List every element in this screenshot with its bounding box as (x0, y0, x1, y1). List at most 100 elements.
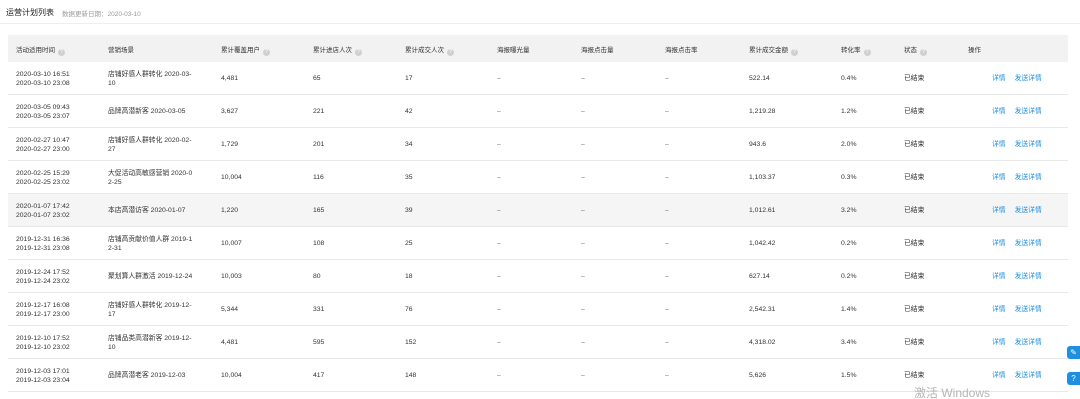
actions-cell: 详情 发送详情 (992, 62, 1042, 95)
col-label: 海报曝光量 (497, 47, 530, 54)
scene-cell: 品牌高潜老客 2019-12-03 (108, 359, 208, 392)
detail-link[interactable]: 详情 (992, 338, 1006, 347)
info-icon[interactable]: ? (447, 49, 454, 56)
send-detail-link[interactable]: 发送详情 (1015, 173, 1042, 182)
deals-cell: 35 (405, 174, 413, 181)
col-label: 活动适用时间 (16, 47, 55, 54)
table-row: 2019-12-03 17:01 2019-12-03 23:04 品牌高潜老客 2… (8, 359, 1068, 392)
send-detail-link[interactable]: 发送详情 (1015, 206, 1042, 215)
users-cell: 10,004 (221, 372, 242, 379)
info-icon[interactable]: ? (263, 49, 270, 56)
exposure-cell: – (497, 240, 501, 247)
send-detail-link[interactable]: 发送详情 (1015, 74, 1042, 83)
detail-link[interactable]: 详情 (992, 74, 1006, 83)
status-cell: 已结束 (904, 207, 925, 214)
table-row: 2020-03-05 09:43 2020-03-05 23:07 品牌高潜新客 2… (8, 95, 1068, 128)
table-body: 2020-03-10 16:51 2020-03-10 23:08 店铺好感人群转化… (8, 62, 1068, 392)
col-status[interactable]: 状态? (904, 44, 927, 56)
conversion-cell: 0.4% (841, 75, 857, 82)
info-icon[interactable]: ? (791, 49, 798, 56)
help-icon[interactable]: ? (1067, 372, 1080, 385)
users-cell: 5,344 (221, 306, 239, 313)
users-cell: 4,481 (221, 75, 239, 82)
scene-cell: 店铺好感人群转化 2019-12- 17 (108, 293, 208, 326)
col-exposure: 海报曝光量 (497, 44, 530, 54)
clicks-cell: – (581, 273, 585, 280)
actions-cell: 详情 发送详情 (992, 260, 1042, 293)
visits-cell: 595 (313, 339, 325, 346)
scene-cell: 店铺好感人群转化 2020-02- 27 (108, 128, 208, 161)
col-scene: 营销场景 (108, 44, 208, 54)
users-cell: 10,004 (221, 174, 242, 181)
end-time: 2019-12-10 23:02 (16, 343, 70, 351)
send-detail-link[interactable]: 发送详情 (1015, 239, 1042, 248)
detail-link[interactable]: 详情 (992, 239, 1006, 248)
scene-line-2: 2-31 (108, 244, 122, 252)
table-row: 2019-12-17 16:08 2019-12-17 23:00 店铺好感人群转化… (8, 293, 1068, 326)
col-users[interactable]: 累计覆盖用户? (221, 44, 270, 56)
send-detail-link[interactable]: 发送详情 (1015, 305, 1042, 314)
status-cell: 已结束 (904, 75, 925, 82)
deals-cell: 152 (405, 339, 417, 346)
info-icon[interactable]: ? (920, 49, 927, 56)
info-icon[interactable]: ? (863, 49, 871, 56)
table-row: 2019-12-10 17:52 2019-12-10 23:02 店铺品类高潜新客… (8, 326, 1068, 359)
col-activity-time[interactable]: 活动适用时间? (16, 44, 65, 56)
info-icon[interactable]: ? (355, 49, 362, 56)
scene-cell: 店铺好感人群转化 2020-03- 10 (108, 62, 208, 95)
scene-line-2: 27 (108, 145, 116, 153)
start-time: 2020-03-05 09:43 (16, 103, 70, 111)
end-time: 2020-03-05 23:07 (16, 112, 70, 120)
visits-cell: 201 (313, 141, 325, 148)
end-time: 2019-12-03 23:04 (16, 376, 70, 384)
amount-cell: 2,542.31 (749, 306, 776, 313)
conversion-cell: 0.3% (841, 174, 857, 181)
amount-cell: 1,103.37 (749, 174, 776, 181)
start-time: 2019-12-03 17:01 (16, 367, 70, 375)
table-row: 2019-12-31 16:36 2019-12-31 23:08 店铺高贡献价值人… (8, 227, 1068, 260)
detail-link[interactable]: 详情 (992, 371, 1006, 380)
info-icon[interactable]: ? (58, 49, 65, 56)
visits-cell: 417 (313, 372, 325, 379)
time-cell: 2020-03-10 16:51 2020-03-10 23:08 (16, 62, 70, 95)
col-deals[interactable]: 累计成交人次? (405, 44, 454, 56)
page-header: 运营计划列表 数据更新日期：2020-03-10 (0, 0, 1080, 24)
table-header: 活动适用时间? 营销场景 累计覆盖用户? 累计进店人次? 累计成交人次? 海报曝… (8, 35, 1068, 62)
send-detail-link[interactable]: 发送详情 (1015, 107, 1042, 116)
detail-link[interactable]: 详情 (992, 140, 1006, 149)
conversion-cell: 0.2% (841, 240, 857, 247)
send-detail-link[interactable]: 发送详情 (1015, 272, 1042, 281)
send-detail-link[interactable]: 发送详情 (1015, 371, 1042, 380)
amount-cell: 5,626 (749, 372, 767, 379)
send-detail-link[interactable]: 发送详情 (1015, 338, 1042, 347)
col-label: 累计进店人次 (313, 47, 352, 54)
detail-link[interactable]: 详情 (992, 173, 1006, 182)
col-conversion[interactable]: 转化率? (841, 44, 871, 56)
deals-cell: 76 (405, 306, 413, 313)
col-label: 海报点击量 (581, 47, 614, 54)
time-cell: 2019-12-03 17:01 2019-12-03 23:04 (16, 359, 70, 392)
detail-link[interactable]: 详情 (992, 272, 1006, 281)
send-detail-link[interactable]: 发送详情 (1015, 140, 1042, 149)
col-amount[interactable]: 累计成交金额? (749, 44, 798, 56)
deals-cell: 25 (405, 240, 413, 247)
scene-cell: 店铺高贡献价值人群 2019-1 2-31 (108, 227, 208, 260)
deals-cell: 18 (405, 273, 413, 280)
end-time: 2020-02-25 23:02 (16, 178, 70, 186)
scene-line-1: 品牌高潜新客 2020-03-05 (108, 108, 186, 115)
edit-icon[interactable]: ✎ (1067, 346, 1080, 359)
exposure-cell: – (497, 372, 501, 379)
users-cell: 1,729 (221, 141, 239, 148)
click-rate-cell: – (665, 108, 669, 115)
users-cell: 1,220 (221, 207, 239, 214)
clicks-cell: – (581, 108, 585, 115)
clicks-cell: – (581, 339, 585, 346)
detail-link[interactable]: 详情 (992, 107, 1006, 116)
click-rate-cell: – (665, 141, 669, 148)
conversion-cell: 1.2% (841, 108, 857, 115)
time-cell: 2020-02-25 15:29 2020-02-25 23:02 (16, 161, 70, 194)
col-visits[interactable]: 累计进店人次? (313, 44, 362, 56)
visits-cell: 331 (313, 306, 325, 313)
detail-link[interactable]: 详情 (992, 305, 1006, 314)
detail-link[interactable]: 详情 (992, 206, 1006, 215)
